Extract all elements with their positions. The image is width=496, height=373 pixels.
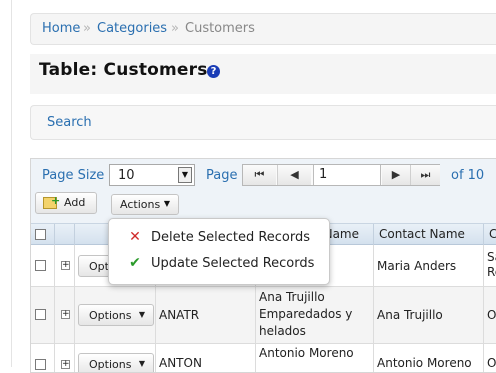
- next-col-text: Re: [487, 265, 496, 279]
- expand-row-icon[interactable]: +: [61, 261, 70, 270]
- first-page-icon[interactable]: ⏮: [243, 165, 276, 185]
- delete-x-icon: ✕: [129, 229, 141, 245]
- next-col-cell: O: [483, 344, 496, 372]
- breadcrumb-current: Customers: [185, 21, 255, 36]
- next-col-text: Sa: [487, 250, 496, 264]
- contact-name-cell: Maria Anders: [373, 245, 483, 286]
- header-select-all: [31, 224, 54, 245]
- grid-toolbar: Page Size 10 ▼ Page ⏮ ◀ 1 ▶ ⏭ of 10 Add …: [31, 159, 496, 223]
- customer-id-text: ANATR: [159, 308, 200, 322]
- company-name-line: Antonio Moreno: [259, 346, 354, 360]
- customer-id-text: ANTON: [159, 356, 202, 370]
- page-size-select[interactable]: 10 ▼: [109, 164, 195, 186]
- add-button[interactable]: Add: [35, 192, 97, 214]
- page-size-value: 10: [118, 168, 135, 183]
- breadcrumb: Home » Categories » Customers: [30, 13, 496, 45]
- add-button-label: Add: [64, 196, 86, 209]
- breadcrumb-home-link[interactable]: Home: [42, 21, 80, 36]
- header-expand-col: [54, 224, 74, 245]
- contact-name-cell: Antonio Moreno: [373, 344, 483, 372]
- expand-row-icon[interactable]: +: [61, 360, 70, 369]
- last-page-icon[interactable]: ⏭: [410, 165, 440, 185]
- company-name-cell: Antonio Moreno: [255, 344, 373, 372]
- expand-row-icon[interactable]: +: [61, 310, 70, 319]
- contact-name-text: Ana Trujillo: [377, 308, 443, 322]
- next-col-text: O: [487, 308, 496, 322]
- next-col-text: O: [487, 356, 496, 370]
- menu-item-update-selected[interactable]: ✔ Update Selected Records: [109, 252, 329, 276]
- actions-dropdown-menu: ✕ Delete Selected Records ✔ Update Selec…: [108, 218, 330, 285]
- breadcrumb-separator: »: [83, 21, 91, 36]
- options-button[interactable]: Options ▼: [78, 304, 154, 326]
- company-name-cell: Ana Trujillo Emparedados y helados: [255, 287, 373, 343]
- page-frame-border: [11, 0, 12, 367]
- add-record-icon: [43, 194, 60, 209]
- caret-down-icon: ▼: [163, 199, 170, 208]
- page-label: Page: [206, 168, 238, 183]
- breadcrumb-separator: »: [171, 21, 179, 36]
- row-checkbox[interactable]: [35, 260, 46, 271]
- options-button-label: Options: [89, 309, 132, 322]
- title-bar: Table: Customers ?: [30, 54, 496, 94]
- options-button[interactable]: Options ▼: [78, 353, 154, 372]
- contact-name-text: Maria Anders: [377, 258, 457, 273]
- options-button-label: Options: [89, 358, 132, 371]
- previous-page-icon[interactable]: ◀: [277, 165, 311, 185]
- menu-item-label: Delete Selected Records: [151, 230, 311, 245]
- caret-down-icon: ▼: [138, 310, 145, 319]
- row-checkbox[interactable]: [35, 359, 46, 370]
- page-size-label: Page Size: [42, 168, 105, 183]
- contact-name-cell: Ana Trujillo: [373, 287, 483, 343]
- header-next-col[interactable]: Co: [483, 224, 496, 245]
- customer-id-cell: ANATR: [155, 287, 255, 343]
- check-icon: ✔: [129, 255, 141, 271]
- next-col-cell: SaRe: [483, 245, 496, 286]
- menu-item-label: Update Selected Records: [151, 256, 315, 271]
- table-row: + Options ▼ ANATR Ana Trujillo Emparedad…: [31, 287, 496, 344]
- pager: ⏮ ◀ 1 ▶ ⏭: [242, 164, 440, 186]
- search-panel: Search: [30, 105, 496, 140]
- next-page-icon[interactable]: ▶: [382, 165, 410, 185]
- actions-button[interactable]: Actions ▼: [111, 194, 179, 215]
- table-row: + Options ▼ ANTON Antonio Moreno Antonio…: [31, 344, 496, 372]
- next-col-cell: O: [483, 287, 496, 343]
- page-number-input[interactable]: 1: [313, 165, 381, 185]
- menu-item-delete-selected[interactable]: ✕ Delete Selected Records: [109, 226, 329, 250]
- select-all-checkbox[interactable]: [35, 229, 46, 240]
- header-contact-name[interactable]: Contact Name: [373, 224, 483, 245]
- company-name-line: Ana Trujillo: [259, 290, 325, 304]
- row-checkbox[interactable]: [35, 309, 46, 320]
- company-name-line: Emparedados y: [259, 307, 353, 321]
- page-title: Table: Customers: [39, 60, 208, 80]
- breadcrumb-categories-link[interactable]: Categories: [97, 21, 167, 36]
- contact-name-text: Antonio Moreno: [377, 356, 472, 370]
- help-icon[interactable]: ?: [207, 65, 220, 78]
- header-next-col-label: Co: [489, 227, 496, 241]
- customer-id-cell: ANTON: [155, 344, 255, 372]
- page-count-label: of 10: [451, 168, 485, 183]
- header-contact-name-label: Contact Name: [379, 227, 465, 241]
- dropdown-arrow-icon[interactable]: ▼: [178, 167, 192, 183]
- search-link[interactable]: Search: [47, 115, 92, 130]
- actions-button-label: Actions: [120, 198, 161, 211]
- page-number-value: 1: [319, 167, 328, 182]
- company-name-line: helados: [259, 324, 306, 338]
